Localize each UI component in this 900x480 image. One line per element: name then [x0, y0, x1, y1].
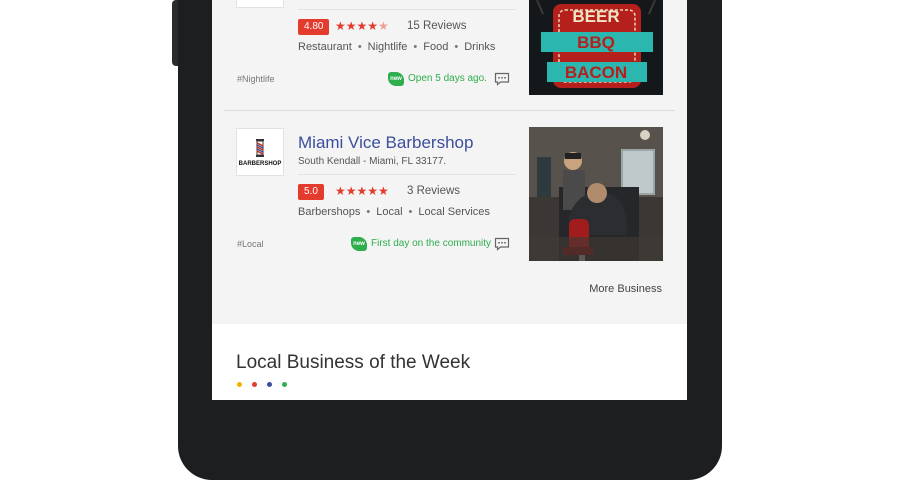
category-list: Restaurant • Nightlife • Food • Drinks	[298, 41, 496, 53]
color-dot	[267, 382, 272, 387]
thumbnail-text: BBQ	[577, 33, 615, 52]
comment-icon[interactable]	[494, 72, 510, 86]
section-title: Local Business of the Week	[236, 352, 471, 373]
category-list: Barbershops • Local • Local Services	[298, 206, 490, 218]
barber-pole-icon	[256, 138, 264, 157]
category-item[interactable]: Local Services	[418, 206, 490, 218]
rating-badge: 4.80	[298, 19, 330, 35]
listing-status: Open 5 days ago.	[408, 73, 487, 84]
separator	[298, 9, 516, 10]
comment-icon[interactable]	[494, 237, 510, 251]
hashtag[interactable]: #Nightlife	[237, 74, 275, 84]
category-item[interactable]: Local	[376, 206, 402, 218]
category-item[interactable]: Food	[423, 41, 448, 53]
rating-badge: 5.0	[298, 184, 324, 200]
business-address: South Kendall - Miami, FL 33177.	[298, 156, 447, 167]
listing-status: First day on the community	[371, 238, 492, 249]
review-count[interactable]: 15 Reviews	[407, 20, 466, 32]
business-thumbnail[interactable]: BEER BBQ BACON	[529, 0, 663, 95]
business-thumbnail[interactable]	[529, 127, 663, 261]
review-count[interactable]: 3 Reviews	[407, 185, 460, 197]
thumbnail-text: BEER	[572, 7, 619, 26]
business-of-week-section: Local Business of the Week	[212, 324, 687, 400]
new-icon: new	[351, 237, 367, 251]
category-item[interactable]: Barbershops	[298, 206, 360, 218]
logo-text: BARBERSHOP	[238, 160, 282, 167]
thumbnail-text: BACON	[565, 63, 627, 82]
category-item[interactable]: Restaurant	[298, 41, 352, 53]
app-screen: 4.80 ★★★★★ 15 Reviews Restaurant • Nightli…	[212, 0, 687, 400]
separator	[298, 174, 516, 175]
category-item[interactable]: Drinks	[464, 41, 495, 53]
business-name-link[interactable]: Miami Vice Barbershop	[298, 133, 473, 153]
star-rating-icon: ★★★★★	[335, 19, 389, 33]
business-listing-nightlife[interactable]: 4.80 ★★★★★ 15 Reviews Restaurant • Nightli…	[212, 0, 687, 110]
hashtag[interactable]: #Local	[237, 239, 264, 249]
category-item[interactable]: Nightlife	[368, 41, 408, 53]
business-logo	[236, 0, 284, 8]
star-rating-icon: ★★★★★	[335, 184, 389, 198]
color-dot	[237, 382, 242, 387]
color-dots	[237, 382, 287, 387]
color-dot	[252, 382, 257, 387]
business-listing-barbershop[interactable]: BARBERSHOP Miami Vice Barbershop South K…	[212, 111, 687, 271]
color-dot	[282, 382, 287, 387]
new-icon: new	[388, 72, 404, 86]
business-logo: BARBERSHOP	[236, 128, 284, 176]
more-business-link[interactable]: More Business	[589, 283, 662, 295]
